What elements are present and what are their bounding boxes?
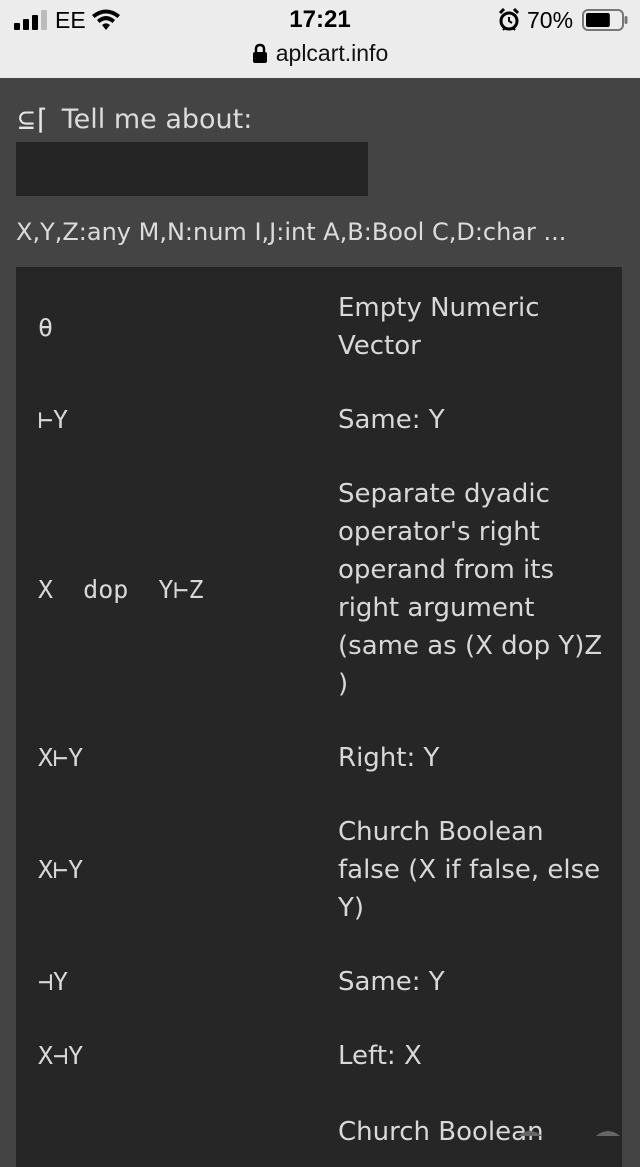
- row-expression: X dop Y⊢Z: [38, 575, 204, 604]
- row-description: Church Boolean false (X if false, else Y…: [338, 817, 601, 923]
- row-description: Empty Numeric Vector: [338, 293, 540, 361]
- row-description: Same: Y: [338, 967, 445, 997]
- row-expression: X⊢Y: [38, 743, 84, 772]
- row-description: Right: Y: [338, 743, 440, 773]
- url-domain: aplcart.info: [275, 40, 389, 66]
- row-description: Same: Y: [338, 405, 445, 435]
- results-table: θ Empty Numeric Vector ⊢Y Same: Y X dop …: [16, 267, 622, 1167]
- search-prompt: Tell me about:: [61, 103, 253, 135]
- aplcart-logo: ⊆⌈: [18, 102, 50, 136]
- address-bar[interactable]: aplcart.info: [0, 40, 640, 70]
- browser-top-bar: EE 17:21 70% aplcart.info: [0, 0, 640, 78]
- row-expression: X⊣Y: [38, 1041, 84, 1070]
- row-description: Separate dyadic operator's right operand…: [338, 479, 603, 699]
- browser-toolbar-edge: [518, 1131, 620, 1136]
- search-header: ⊆⌈ Tell me about:: [18, 101, 252, 137]
- status-bar: EE 17:21 70%: [0, 0, 640, 40]
- lock-icon: [252, 43, 267, 63]
- alarm-clock-icon: [498, 8, 520, 31]
- row-expression: θ: [38, 313, 54, 342]
- battery-percentage: 70%: [527, 7, 574, 33]
- row-description: Left: X: [338, 1041, 422, 1071]
- type-legend: X,Y,Z:any M,N:num I,J:int A,B:Bool C,D:c…: [16, 218, 567, 246]
- search-input[interactable]: [16, 142, 368, 196]
- row-expression: ⊣Y: [38, 967, 69, 996]
- battery-icon: [582, 9, 628, 31]
- row-expression: ⊢Y: [38, 405, 69, 434]
- row-expression: X⊢Y: [38, 855, 84, 884]
